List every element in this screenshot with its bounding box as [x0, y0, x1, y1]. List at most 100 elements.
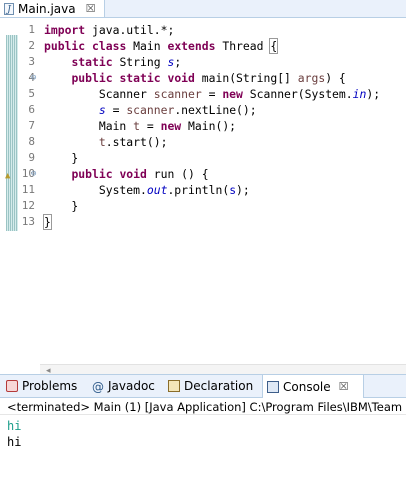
javadoc-icon: @ — [92, 380, 104, 394]
code-token: run () { — [146, 167, 209, 181]
code-token: Scanner — [44, 87, 154, 101]
code-token: in — [352, 87, 367, 101]
code-token: scanner — [153, 87, 202, 101]
editor-tab-bar: J Main.java ☒ — [0, 0, 406, 18]
console-icon — [267, 380, 279, 393]
code-token: public — [71, 167, 113, 181]
code-text: } — [44, 198, 78, 214]
code-token: args — [297, 71, 326, 85]
tab-console[interactable]: Console ☒ — [262, 375, 364, 398]
tab-problems[interactable]: Problems — [4, 375, 92, 397]
console-line-input: hi — [7, 435, 22, 449]
code-line[interactable]: ▲ 10 ⊖ public void run () { — [0, 166, 406, 182]
code-line[interactable]: 13} — [0, 214, 406, 230]
code-token: static — [71, 55, 113, 69]
code-token: ); — [236, 183, 250, 197]
code-token: } — [44, 151, 79, 165]
line-number: 8 — [28, 135, 35, 148]
code-token: = — [201, 87, 223, 101]
code-line[interactable]: 8 t.start(); — [0, 134, 406, 150]
code-token: new — [222, 87, 243, 101]
code-token: .nextLine(); — [174, 103, 257, 117]
code-text: Scanner scanner = new Scanner(System.in)… — [44, 86, 380, 102]
fold-collapse-icon[interactable]: ⊖ — [31, 70, 39, 86]
code-line[interactable]: 7 Main t = new Main(); — [0, 118, 406, 134]
code-line[interactable]: 11 System.out.println(s); — [0, 182, 406, 198]
code-token: static — [119, 71, 161, 85]
code-line[interactable]: 5 Scanner scanner = new Scanner(System.i… — [0, 86, 406, 102]
panel-tab-bar: Problems @ Javadoc Declaration Console ☒ — [0, 374, 406, 398]
problems-icon — [6, 380, 18, 392]
close-console-icon[interactable]: ☒ — [339, 380, 349, 393]
code-token: t — [133, 119, 141, 133]
tab-javadoc-label: Javadoc — [108, 379, 155, 393]
close-tab-icon[interactable]: ☒ — [86, 2, 96, 15]
code-text: public static void main(String[] args) { — [44, 70, 345, 86]
code-token: void — [167, 71, 195, 85]
line-number: 13 — [21, 215, 35, 228]
code-token: extends — [167, 39, 216, 53]
code-line[interactable]: 4 ⊖ public static void main(String[] args… — [0, 70, 406, 86]
code-token: public — [71, 71, 113, 85]
line-number: 3 — [28, 55, 35, 68]
code-text: static String s; — [44, 54, 181, 70]
code-line[interactable]: 9 } — [0, 150, 406, 166]
line-number: 9 — [28, 151, 35, 164]
tab-javadoc[interactable]: @ Javadoc — [92, 375, 166, 397]
code-text: } — [43, 214, 52, 230]
code-token: Main(); — [181, 119, 237, 133]
code-token: { — [269, 38, 279, 54]
code-token: main(String[] — [194, 71, 298, 85]
code-token: = — [140, 119, 161, 133]
code-text: s = scanner.nextLine(); — [44, 102, 257, 118]
console-line-stdout: hi — [7, 419, 22, 433]
line-number: 5 — [28, 87, 35, 100]
code-token: class — [92, 39, 127, 53]
editor-tab-main-java[interactable]: J Main.java ☒ — [0, 0, 105, 17]
code-token: scanner — [126, 103, 175, 117]
fold-collapse-icon[interactable]: ⊖ — [31, 166, 39, 182]
code-token: Scanner(System. — [242, 87, 353, 101]
line-number: 11 — [21, 183, 35, 196]
code-text: public void run () { — [44, 166, 209, 182]
console-output[interactable]: hi hi — [7, 418, 21, 450]
code-text: Main t = new Main(); — [44, 118, 236, 134]
code-token: ; — [174, 55, 182, 69]
code-line[interactable]: 2 public class Main extends Thread { — [0, 38, 406, 54]
code-token: Main — [44, 119, 134, 133]
code-token: = — [105, 103, 127, 117]
code-line[interactable]: 12 } — [0, 198, 406, 214]
code-token: new — [160, 119, 182, 133]
code-token: public — [44, 39, 86, 53]
code-lines: 1 import java.util.*; 2 public class Main e… — [0, 22, 406, 230]
editor-tab-label: Main.java — [18, 1, 76, 16]
java-file-icon: J — [4, 2, 14, 15]
line-number: 7 — [28, 119, 35, 132]
code-token: Main — [126, 39, 168, 53]
code-line[interactable]: 1 import java.util.*; — [0, 22, 406, 38]
code-token: Thread — [215, 39, 271, 53]
line-number: 6 — [28, 103, 35, 116]
code-text: t.start(); — [44, 134, 168, 150]
code-token: void — [119, 167, 147, 181]
tab-problems-label: Problems — [22, 379, 78, 393]
code-line[interactable]: 3 static String s; — [0, 54, 406, 70]
code-text: System.out.println(s); — [44, 182, 250, 198]
console-status: <terminated> Main (1) [Java Application]… — [0, 399, 406, 415]
code-token: s — [98, 103, 106, 117]
code-line[interactable]: 6 s = scanner.nextLine(); — [0, 102, 406, 118]
code-text: import java.util.*; — [44, 22, 174, 38]
code-editor[interactable]: 1 import java.util.*; 2 public class Main e… — [0, 18, 406, 380]
declaration-icon — [168, 380, 180, 392]
tab-declaration[interactable]: Declaration — [168, 375, 260, 397]
line-number: 2 — [28, 39, 35, 52]
code-token: .println( — [167, 183, 230, 197]
code-token: t — [98, 135, 106, 149]
line-number: 1 — [28, 23, 35, 36]
code-token: .start(); — [105, 135, 168, 149]
code-text: } — [44, 150, 78, 166]
tab-console-label: Console — [283, 379, 331, 394]
